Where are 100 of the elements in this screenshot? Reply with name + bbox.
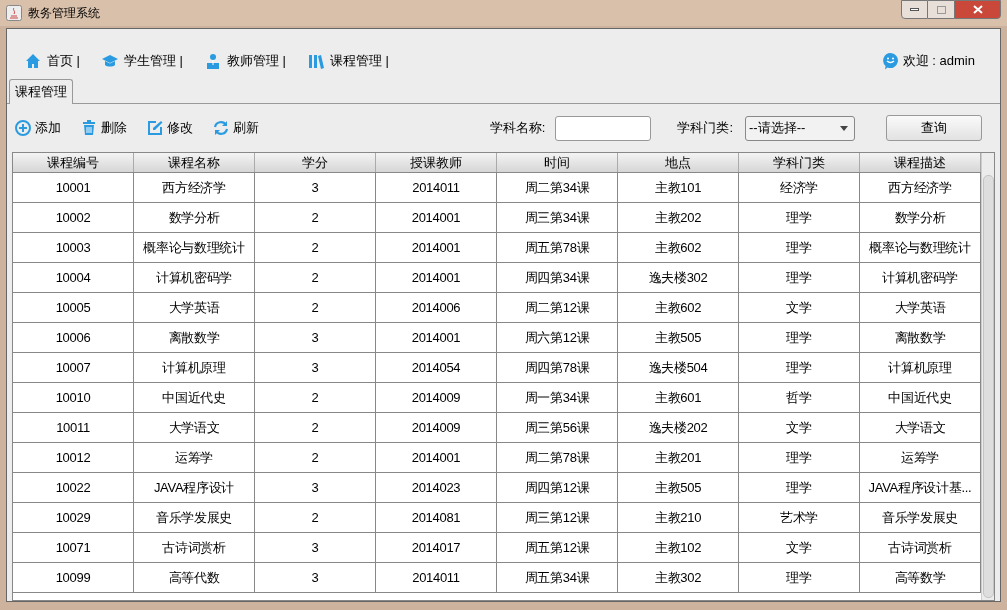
table-cell: 3	[255, 473, 376, 502]
table-cell: 10002	[13, 203, 134, 232]
toolbar-button[interactable]: 修改	[147, 118, 193, 138]
table-cell: 3	[255, 323, 376, 352]
table-cell: 2014011	[376, 563, 497, 592]
table-cell: 周一第34课	[497, 383, 618, 412]
category-dropdown[interactable]: --请选择--	[745, 115, 855, 141]
table-cell: 中国近代史	[134, 383, 255, 412]
table-cell: 主教302	[618, 563, 739, 592]
table-cell: 2	[255, 383, 376, 412]
table-cell: 2	[255, 413, 376, 442]
table-cell: 2014009	[376, 383, 497, 412]
table-cell: 2	[255, 263, 376, 292]
table-cell: 10022	[13, 473, 134, 502]
subject-name-field[interactable]	[555, 115, 652, 141]
column-header[interactable]: 地点	[618, 153, 739, 172]
table-cell: 周五第12课	[497, 533, 618, 562]
table-cell: 周五第34课	[497, 563, 618, 592]
table-cell: 2014009	[376, 413, 497, 442]
toolbar-button[interactable]: 刷新	[213, 118, 259, 138]
column-header[interactable]: 课程编号	[13, 153, 134, 172]
tab[interactable]: 课程管理	[9, 79, 73, 104]
table-cell: 数学分析	[134, 203, 255, 232]
table-cell: 10003	[13, 233, 134, 262]
table-cell: 计算机原理	[134, 353, 255, 382]
table-cell: 文学	[739, 293, 860, 322]
close-button[interactable]	[954, 0, 1001, 19]
nav-link[interactable]: 教师管理 |	[205, 51, 286, 71]
table-cell: 10011	[13, 413, 134, 442]
window-title: 教务管理系统	[28, 5, 100, 22]
toolbar-button[interactable]: 删除	[81, 118, 127, 138]
table-cell: 10007	[13, 353, 134, 382]
person-icon	[205, 53, 221, 69]
table-cell: 主教505	[618, 473, 739, 502]
table-cell: 大学英语	[134, 293, 255, 322]
table-cell: 运筹学	[134, 443, 255, 472]
table-cell: 2014001	[376, 203, 497, 232]
subject-name-label: 学科名称:	[489, 119, 546, 138]
column-header[interactable]: 授课教师	[376, 153, 497, 172]
table-cell: 理学	[739, 323, 860, 352]
nav-link[interactable]: 学生管理 |	[102, 51, 183, 71]
table-cell: 理学	[739, 473, 860, 502]
table-cell: 2	[255, 503, 376, 532]
table-cell: 周六第12课	[497, 323, 618, 352]
table-cell: 经济学	[739, 173, 860, 202]
table-cell: 2014001	[376, 443, 497, 472]
table-cell: 离散数学	[134, 323, 255, 352]
table-cell: 理学	[739, 203, 860, 232]
toolbar-button[interactable]: 添加	[15, 118, 61, 138]
table-cell: 3	[255, 563, 376, 592]
table-cell: 周二第12课	[497, 293, 618, 322]
table-cell: 理学	[739, 353, 860, 382]
minimize-button[interactable]	[901, 0, 928, 19]
table-cell: 10005	[13, 293, 134, 322]
table-cell: 2014054	[376, 353, 497, 382]
scrollbar[interactable]	[981, 153, 994, 600]
home-icon	[25, 53, 41, 69]
table-cell: 周三第56课	[497, 413, 618, 442]
table-cell: 10099	[13, 563, 134, 592]
nav-link[interactable]: 首页 |	[25, 51, 80, 71]
books-icon	[308, 53, 324, 69]
column-header[interactable]: 时间	[497, 153, 618, 172]
table-cell: 理学	[739, 443, 860, 472]
table-cell: 2014011	[376, 173, 497, 202]
table-cell: 音乐学发展史	[134, 503, 255, 532]
caret-icon	[840, 125, 848, 131]
chat-face-icon	[881, 52, 899, 70]
table-cell: 文学	[739, 533, 860, 562]
table-cell: 2014081	[376, 503, 497, 532]
table-cell: 2	[255, 443, 376, 472]
refresh-icon	[213, 120, 229, 136]
table-cell: 周五第78课	[497, 233, 618, 262]
table-cell: 10006	[13, 323, 134, 352]
table-cell: 计算机密码学	[134, 263, 255, 292]
table-cell: 逸夫楼302	[618, 263, 739, 292]
table-cell: 周四第12课	[497, 473, 618, 502]
table-cell: 10029	[13, 503, 134, 532]
graduation-cap-icon	[102, 53, 118, 69]
table-cell: 概率论与数理统计	[134, 233, 255, 262]
column-header[interactable]: 学科门类	[739, 153, 860, 172]
table-cell: 文学	[739, 413, 860, 442]
add-icon	[15, 120, 31, 136]
table-cell: 周四第34课	[497, 263, 618, 292]
table-cell: 艺术学	[739, 503, 860, 532]
nav-link[interactable]: 课程管理 |	[308, 51, 389, 71]
edit-icon	[147, 120, 163, 136]
table-cell: 3	[255, 353, 376, 382]
table-cell: 理学	[739, 563, 860, 592]
query-button[interactable]: 查询	[886, 115, 982, 141]
table-cell: 主教602	[618, 293, 739, 322]
table-cell: 西方经济学	[134, 173, 255, 202]
table-cell: 2014023	[376, 473, 497, 502]
table-cell: 周四第78课	[497, 353, 618, 382]
table-cell: 3	[255, 533, 376, 562]
column-header[interactable]: 课程名称	[134, 153, 255, 172]
table-cell: 周三第34课	[497, 203, 618, 232]
table-cell: 2014001	[376, 263, 497, 292]
maximize-button[interactable]	[928, 0, 954, 19]
table-cell: 10010	[13, 383, 134, 412]
column-header[interactable]: 学分	[255, 153, 376, 172]
